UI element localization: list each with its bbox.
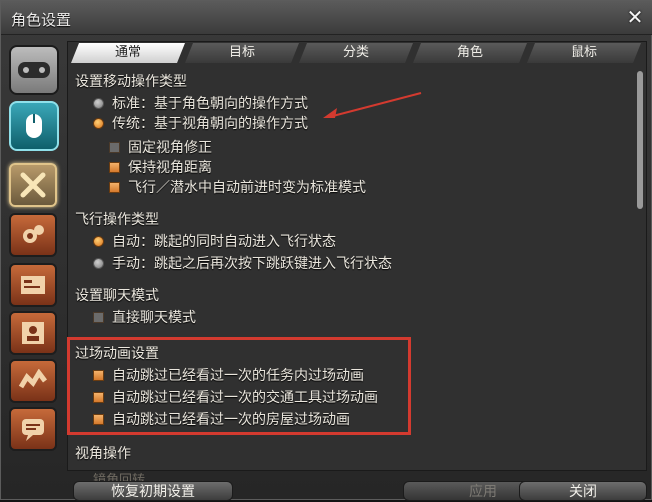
close-button[interactable]: 关闭 <box>519 481 647 501</box>
close-icon[interactable]: ✕ <box>623 5 647 29</box>
id-card-icon[interactable] <box>9 263 57 307</box>
annotation-arrow <box>323 92 422 118</box>
left-category-bar <box>7 41 63 451</box>
tab-bar: 通常 目标 分类 角色 鼠标 <box>71 43 643 65</box>
option-label: 传统：基于视角朝向的操作方式 <box>112 116 308 132</box>
checkbox-indicator[interactable] <box>109 181 120 193</box>
radio-indicator[interactable] <box>93 257 104 269</box>
checkbox-keep-distance[interactable]: 保持视角距离 <box>109 157 212 177</box>
annotation-highlight-frame <box>67 337 411 435</box>
checkbox-indicator[interactable] <box>93 311 104 323</box>
scrollbar-thumb[interactable] <box>637 71 643 209</box>
tab-target[interactable]: 目标 <box>185 43 299 63</box>
option-label: 飞行／潜水中自动前进时变为标准模式 <box>128 180 366 196</box>
option-label: 保持视角距离 <box>128 160 212 176</box>
checkbox-indicator[interactable] <box>109 141 120 153</box>
option-label: 直接聊天模式 <box>112 310 196 326</box>
mouse-icon[interactable] <box>9 101 59 151</box>
checkered-icon[interactable] <box>9 359 57 403</box>
option-label: 固定视角修正 <box>128 140 212 156</box>
radio-indicator[interactable] <box>93 235 104 247</box>
radio-auto-flight[interactable]: 自动：跳起的同时自动进入飞行状态 <box>93 231 336 251</box>
tab-mouse[interactable]: 鼠标 <box>527 43 641 63</box>
profile-icon[interactable] <box>9 311 57 355</box>
tab-category[interactable]: 分类 <box>299 43 413 63</box>
section-title-flight-type: 飞行操作类型 <box>75 212 159 228</box>
crossed-arrows-icon[interactable] <box>9 163 57 207</box>
title-bar: 角色设置 ✕ <box>1 1 652 35</box>
tab-character[interactable]: 角色 <box>413 43 527 63</box>
character-settings-window: 角色设置 ✕ 通常 目标 分类 角色 鼠标 设置移动操作类型 标准：基于角色朝向… <box>0 0 652 501</box>
section-title-camera: 视角操作 <box>75 446 131 462</box>
radio-traditional[interactable]: 传统：基于视角朝向的操作方式 <box>93 113 308 133</box>
chat-bubble-icon[interactable] <box>9 407 57 451</box>
section-title-chat-mode: 设置聊天模式 <box>75 288 159 304</box>
scrollbar-track[interactable] <box>637 71 643 209</box>
checkbox-indicator[interactable] <box>109 161 120 173</box>
option-label: 自动：跳起的同时自动进入飞行状态 <box>112 234 336 250</box>
tab-general[interactable]: 通常 <box>71 43 185 63</box>
radio-indicator[interactable] <box>93 117 104 129</box>
option-label: 标准：基于角色朝向的操作方式 <box>112 96 308 112</box>
radio-manual-flight[interactable]: 手动：跳起之后再次按下跳跃键进入飞行状态 <box>93 253 392 273</box>
option-label: 手动：跳起之后再次按下跳跃键进入飞行状态 <box>112 256 392 272</box>
gears-icon[interactable] <box>9 213 57 257</box>
checkbox-fixed-camera[interactable]: 固定视角修正 <box>109 137 212 157</box>
radio-standard[interactable]: 标准：基于角色朝向的操作方式 <box>93 93 308 113</box>
gamepad-icon[interactable] <box>9 45 59 95</box>
section-title-move-type: 设置移动操作类型 <box>75 74 187 90</box>
window-title: 角色设置 <box>11 11 72 29</box>
checkbox-direct-chat[interactable]: 直接聊天模式 <box>93 307 196 327</box>
radio-indicator[interactable] <box>93 97 104 109</box>
reset-button[interactable]: 恢复初期设置 <box>73 481 233 501</box>
checkbox-flight-standard[interactable]: 飞行／潜水中自动前进时变为标准模式 <box>109 177 366 197</box>
